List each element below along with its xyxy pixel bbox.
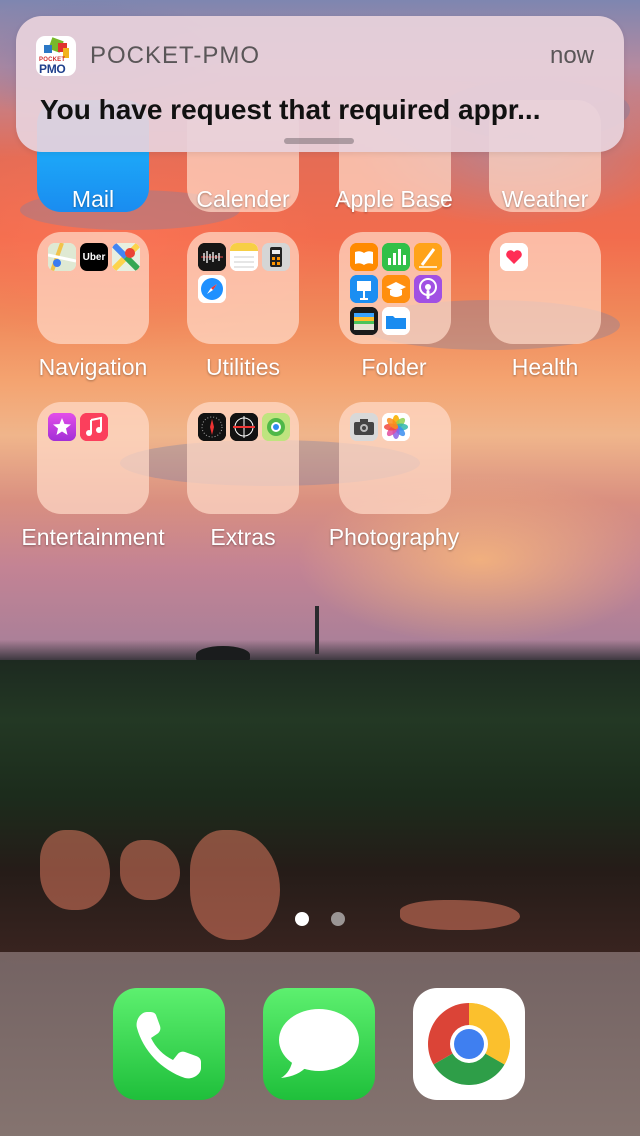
uber-label: Uber [82,251,106,263]
chrome-icon[interactable] [413,988,525,1100]
voice-memos-icon [198,243,226,271]
keynote-icon [350,275,378,303]
measure-icon [230,413,258,441]
camera-icon [350,413,378,441]
app-label: Health [511,354,579,380]
music-icon [80,413,108,441]
entertainment-folder-icon [37,402,149,514]
page-dot-active[interactable] [295,912,309,926]
radio-tower [315,606,319,654]
messages-icon[interactable] [263,988,375,1100]
numbers-icon [382,243,410,271]
phone-icon[interactable] [113,988,225,1100]
pocket-pmo-app-icon: POCKET PMO [36,36,76,76]
pages-icon [414,243,442,271]
find-my-icon [262,413,290,441]
rice-field [0,660,640,960]
uber-icon: Uber [80,243,108,271]
health-folder-icon [489,232,601,344]
compass-icon [198,413,226,441]
notification-app-name: POCKET-PMO [90,42,261,69]
notification-message: You have request that required appr... [40,94,541,125]
health-icon [500,243,528,271]
icon-text-pmo: PMO [39,62,66,76]
itunes-store-icon [48,413,76,441]
utilities-folder-icon [187,232,299,344]
google-maps-icon [112,243,140,271]
navigation-folder-icon: Uber [37,232,149,344]
notification-time: now [549,42,594,69]
calculator-icon [262,243,290,271]
books-icon [350,243,378,271]
photos-icon [382,413,410,441]
app-label: Weather [501,186,589,212]
app-label: Photography [328,524,460,550]
safari-icon [198,275,226,303]
photography-folder-icon [339,402,451,514]
notification-banner[interactable]: POCKET PMO POCKET-PMO now You have reque… [16,16,624,152]
maps-icon [48,243,76,271]
water-reflection [400,900,520,930]
notes-icon [230,243,258,271]
dock [0,952,640,1136]
wallet-icon [350,307,378,335]
itunes-u-icon [382,275,410,303]
files-icon [382,307,410,335]
folder-folder-icon [339,232,451,344]
extras-folder-icon [187,402,299,514]
page-dot[interactable] [331,912,345,926]
podcasts-icon [414,275,442,303]
notification-grabber-handle[interactable] [284,138,354,144]
